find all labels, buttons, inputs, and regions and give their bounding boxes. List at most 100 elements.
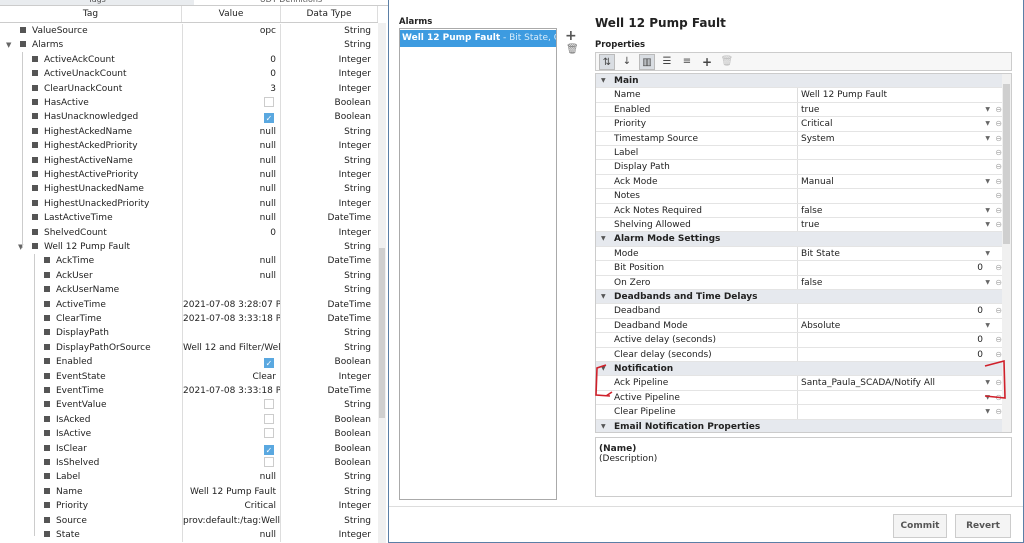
table-row[interactable]: ClearUnackCount 3 Integer [0,81,378,96]
binding-link-icon[interactable]: ⊖ [995,348,1002,362]
dropdown-arrow-icon[interactable]: ▼ [985,117,990,131]
dropdown-arrow-icon[interactable]: ▼ [985,218,990,232]
property-value[interactable]: Bit State ▼ [798,247,1003,260]
table-row[interactable]: DisplayPathOrSource Well 12 and Filter/We… [0,340,378,356]
collapse-arrow-icon[interactable]: ▼ [601,362,606,376]
property-section[interactable]: ▼ Alarm Mode Settings [596,232,1003,247]
property-value[interactable]: false ▼ ⊖ [798,276,1003,289]
binding-link-icon[interactable]: ⊖ [995,276,1002,290]
dropdown-arrow-icon[interactable]: ▼ [985,247,990,261]
add-property-icon[interactable]: + [699,54,715,70]
dropdown-arrow-icon[interactable]: ▼ [985,391,990,405]
table-row[interactable]: HighestUnackedPriority null Integer [0,196,378,212]
revert-button[interactable]: Revert [955,514,1011,538]
table-row[interactable]: HighestAckedName null String [0,124,378,140]
table-row[interactable]: IsAcked Boolean [0,412,378,428]
table-row[interactable]: LastActiveTime null DateTime [0,211,378,226]
table-row[interactable]: State null Integer [0,528,378,543]
table-row[interactable]: HighestActivePriority null Integer [0,168,378,183]
property-value[interactable]: false ▼ ⊖ [798,204,1003,217]
checkbox[interactable] [264,97,274,107]
commit-button[interactable]: Commit [893,514,947,538]
property-section[interactable]: ▼ Main [596,74,1003,89]
binding-link-icon[interactable]: ⊖ [995,405,1002,419]
show-description-icon[interactable]: ▥ [639,53,655,70]
property-value[interactable]: Absolute ▼ [798,319,1003,332]
collapse-arrow-icon[interactable]: ▼ [601,74,606,88]
table-row[interactable]: ClearTime 2021-07-08 3:33:18 PM DateTime [0,312,378,327]
checkbox[interactable]: ✓ [264,358,274,369]
property-section[interactable]: ▼ Notification [596,362,1003,377]
binding-link-icon[interactable]: ⊖ [995,333,1002,347]
property-row[interactable]: Mode Bit State ▼ [596,246,1003,262]
dropdown-arrow-icon[interactable]: ▼ [985,376,990,390]
property-row[interactable]: Deadband 0 ⊖ [596,304,1003,319]
checkbox[interactable]: ✓ [264,444,274,455]
delete-property-icon[interactable]: 🗑 [719,54,735,70]
property-section[interactable]: ▼ Email Notification Properties [596,419,1003,432]
table-row[interactable]: HighestActiveName null String [0,153,378,168]
property-value[interactable]: true ▼ ⊖ [798,103,1003,116]
table-row[interactable]: Source prov:default:/tag:Well ... String [0,513,378,528]
table-row[interactable]: IsActive Boolean [0,427,378,442]
property-value[interactable]: 0 ⊖ [798,348,1003,361]
table-row[interactable]: ▼ Well 12 Pump Fault String [0,240,378,255]
table-row[interactable]: AckUserName String [0,283,378,298]
property-value[interactable]: ⊖ [798,146,1003,159]
header-tag[interactable]: Tag [0,6,182,22]
collapse-arrow-icon[interactable]: ▼ [601,232,606,246]
property-value[interactable]: 0 ⊖ [798,333,1003,346]
property-scrollbar[interactable] [1002,74,1011,432]
property-row[interactable]: Bit Position 0 ⊖ [596,261,1003,276]
binding-link-icon[interactable]: ⊖ [995,304,1002,318]
dropdown-arrow-icon[interactable]: ▼ [985,405,990,419]
binding-link-icon[interactable]: ⊖ [995,204,1002,218]
binding-link-icon[interactable]: ⊖ [995,376,1002,390]
table-row[interactable]: AckTime null DateTime [0,254,378,269]
property-row[interactable]: Display Path ⊖ [596,160,1003,175]
property-value[interactable]: Well 12 Pump Fault [798,88,1003,101]
property-value[interactable]: ▼ ⊖ [798,405,1003,418]
property-value[interactable]: 0 ⊖ [798,261,1003,274]
property-value[interactable]: System ▼ ⊖ [798,132,1003,145]
property-row[interactable]: Notes ⊖ [596,189,1003,204]
checkbox[interactable]: ✓ [264,113,274,124]
dropdown-arrow-icon[interactable]: ▼ [985,132,990,146]
property-row[interactable]: Clear delay (seconds) 0 ⊖ [596,347,1003,362]
property-value[interactable]: ⊖ [798,160,1003,173]
binding-link-icon[interactable]: ⊖ [995,218,1002,232]
table-row[interactable]: HasUnacknowledged ✓ Boolean [0,110,378,125]
binding-link-icon[interactable]: ⊖ [995,132,1002,146]
checkbox[interactable] [264,428,274,439]
table-row[interactable]: EventState Clear Integer [0,369,378,384]
table-row[interactable]: ActiveAckCount 0 Integer [0,52,378,68]
expand-arrow-icon[interactable]: ▼ [6,38,11,52]
binding-link-icon[interactable]: ⊖ [995,160,1002,174]
header-value[interactable]: Value [182,6,281,22]
collapse-arrow-icon[interactable]: ▼ [601,290,606,304]
property-value[interactable]: 0 ⊖ [798,304,1003,317]
alarm-list[interactable]: Well 12 Pump Fault - Bit State, Critical [399,28,557,500]
property-row[interactable]: Shelving Allowed true ▼ ⊖ [596,218,1003,233]
property-row[interactable]: Enabled true ▼ ⊖ [596,102,1003,118]
table-row[interactable]: DisplayPath String [0,326,378,341]
add-alarm-icon[interactable]: + [565,28,577,44]
binding-link-icon[interactable]: ⊖ [995,391,1002,405]
table-row[interactable]: IsClear ✓ Boolean [0,441,378,456]
property-row[interactable]: Active delay (seconds) 0 ⊖ [596,333,1003,348]
dropdown-arrow-icon[interactable]: ▼ [985,175,990,189]
property-section[interactable]: ▼ Deadbands and Time Delays [596,290,1003,305]
property-value[interactable]: Manual ▼ ⊖ [798,175,1003,188]
property-row[interactable]: Name Well 12 Pump Fault [596,88,1003,103]
checkbox[interactable] [264,413,274,424]
table-row[interactable]: EventTime 2021-07-08 3:33:18 PM DateTime [0,384,378,399]
alarm-list-item[interactable]: Well 12 Pump Fault - Bit State, Critical [400,30,556,47]
checkbox[interactable] [264,399,274,410]
dropdown-arrow-icon[interactable]: ▼ [985,204,990,218]
collapse-arrow-icon[interactable]: ▼ [601,420,606,432]
table-row[interactable]: HighestAckedPriority null Integer [0,139,378,154]
property-value[interactable]: ⊖ [798,189,1003,202]
delete-alarm-icon[interactable]: 🗑 [566,44,579,55]
dropdown-arrow-icon[interactable]: ▼ [985,103,990,117]
table-row[interactable]: ActiveUnackCount 0 Integer [0,67,378,82]
